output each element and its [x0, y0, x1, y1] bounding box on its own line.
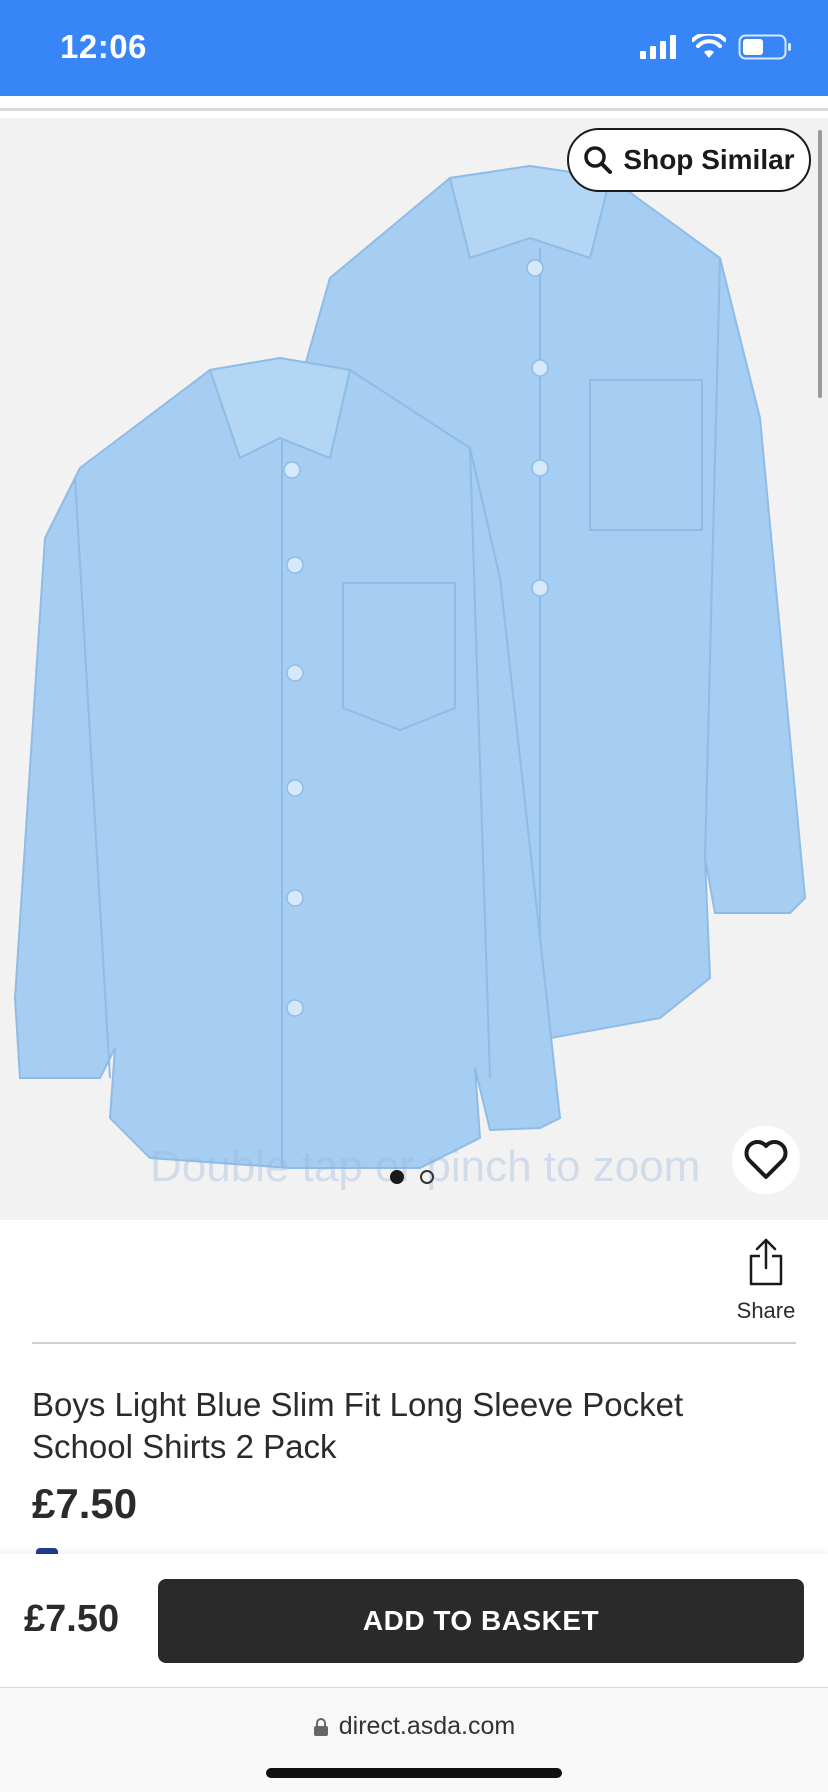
signal-icon: [640, 35, 676, 59]
add-to-basket-button[interactable]: ADD TO BASKET: [158, 1579, 804, 1663]
zoom-hint: Double tap or pinch to zoom: [150, 1142, 701, 1191]
status-time: 12:06: [60, 28, 147, 65]
carousel-dot-1[interactable]: [390, 1170, 404, 1184]
shop-similar-label: Shop Similar: [623, 144, 795, 175]
status-bar: 12:06: [0, 0, 828, 96]
share-icon: [749, 1238, 783, 1286]
search-icon: [584, 146, 613, 174]
share-button[interactable]: Share: [736, 1238, 796, 1324]
shop-similar-button[interactable]: Shop Similar: [567, 128, 811, 192]
product-title: Boys Light Blue Slim Fit Long Sleeve Poc…: [32, 1386, 684, 1465]
url-text: direct.asda.com: [338, 1712, 516, 1740]
wifi-icon: [692, 34, 726, 58]
product-price: £7.50: [32, 1480, 138, 1527]
sticky-price: £7.50: [24, 1598, 120, 1640]
favourite-button[interactable]: [732, 1126, 800, 1194]
share-label: Share: [736, 1298, 796, 1323]
header-divider: [0, 108, 828, 111]
home-indicator[interactable]: [266, 1768, 562, 1778]
carousel-dots: [390, 1170, 434, 1184]
section-divider: [32, 1342, 796, 1344]
scroll-indicator[interactable]: [818, 130, 822, 398]
url-bar[interactable]: direct.asda.com: [0, 1712, 828, 1741]
lock-icon: [313, 1717, 328, 1736]
carousel-dot-2[interactable]: [420, 1170, 434, 1184]
browser-bar: direct.asda.com: [0, 1688, 828, 1792]
status-icons: [640, 34, 792, 60]
product-image: [13, 164, 807, 1169]
battery-icon: [738, 34, 791, 60]
product-image-gallery[interactable]: Double tap or pinch to zoom Shop Similar: [0, 118, 828, 1220]
sticky-basket-bar: £7.50 ADD TO BASKET: [0, 1554, 828, 1688]
shirt-front: [13, 356, 562, 1169]
heart-icon: [744, 1140, 788, 1179]
